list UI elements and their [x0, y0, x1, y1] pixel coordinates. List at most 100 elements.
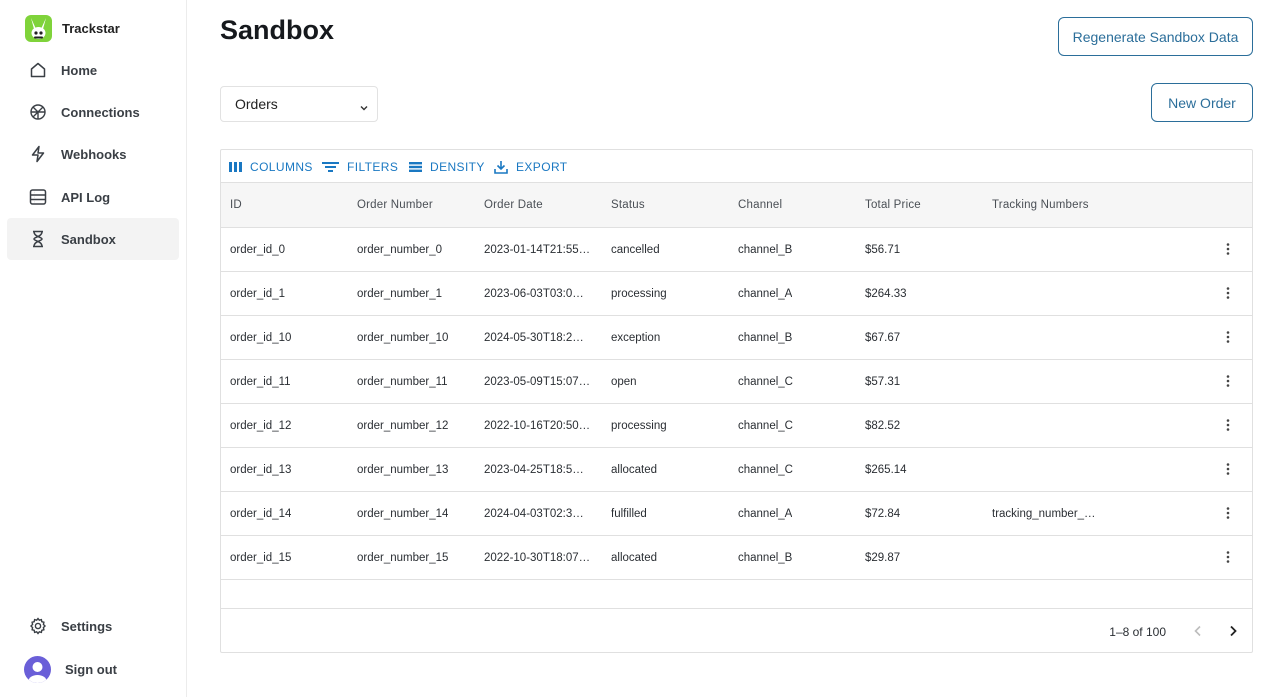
table-header-row: ID Order Number Order Date Status Channe…: [221, 182, 1252, 228]
column-header-order-number[interactable]: Order Number: [357, 183, 433, 227]
row-actions-menu-icon[interactable]: [1218, 371, 1238, 391]
row-actions-menu-icon[interactable]: [1218, 327, 1238, 347]
cell-channel: channel_A: [738, 287, 793, 300]
sidebar-item-label: Webhooks: [61, 146, 127, 162]
cell-id: order_id_11: [230, 375, 291, 388]
cell-id: order_id_15: [230, 551, 292, 564]
row-actions-menu-icon[interactable]: [1218, 547, 1238, 567]
cell-tracking-numbers: [992, 536, 1102, 579]
cell-id: order_id_13: [230, 463, 292, 476]
cell-status: fulfilled: [611, 507, 647, 520]
cell-tracking-numbers: [992, 272, 1102, 315]
cell-status: allocated: [611, 551, 658, 564]
cell-order-number: order_number_10: [357, 331, 449, 344]
table-row[interactable]: order_id_12 order_number_12 2022-10-16T2…: [221, 404, 1252, 448]
orders-data-grid: COLUMNS FILTERS DENSITY EXPORT ID Order …: [220, 149, 1253, 653]
chevron-down-icon: [359, 100, 369, 116]
column-header-id[interactable]: ID: [230, 183, 242, 227]
cell-channel: channel_B: [738, 551, 793, 564]
cell-order-date: 2023-05-09T15:07…: [484, 375, 591, 388]
sign-out-button[interactable]: Sign out: [7, 648, 179, 690]
sidebar-item-connections[interactable]: Connections: [7, 91, 179, 133]
cell-channel: channel_A: [738, 507, 793, 520]
column-header-channel[interactable]: Channel: [738, 183, 782, 227]
cell-order-number: order_number_15: [357, 551, 449, 564]
row-actions-menu-icon[interactable]: [1218, 415, 1238, 435]
table-row[interactable]: order_id_10 order_number_10 2024-05-30T1…: [221, 316, 1252, 360]
cell-channel: channel_B: [738, 243, 793, 256]
column-header-tracking-numbers[interactable]: Tracking Numbers: [992, 183, 1089, 227]
sidebar-item-sandbox[interactable]: Sandbox: [7, 218, 179, 260]
filters-button[interactable]: FILTERS: [322, 158, 398, 176]
cell-tracking-numbers: [992, 316, 1102, 359]
cell-total-price: $72.84: [865, 507, 901, 520]
table-row[interactable]: order_id_1 order_number_1 2023-06-03T03:…: [221, 272, 1252, 316]
sidebar-item-home[interactable]: Home: [7, 49, 179, 91]
resource-select-value: Orders: [235, 96, 278, 112]
sidebar: Trackstar Home Connections Webhooks API …: [0, 0, 187, 697]
column-header-order-date[interactable]: Order Date: [484, 183, 543, 227]
table-row[interactable]: order_id_13 order_number_13 2023-04-25T1…: [221, 448, 1252, 492]
brand-name: Trackstar: [62, 20, 120, 36]
table-row[interactable]: order_id_0 order_number_0 2023-01-14T21:…: [221, 228, 1252, 272]
sidebar-item-webhooks[interactable]: Webhooks: [7, 133, 179, 175]
cell-channel: channel_C: [738, 375, 793, 388]
columns-button[interactable]: COLUMNS: [229, 158, 313, 176]
table-row[interactable]: order_id_14 order_number_14 2024-04-03T0…: [221, 492, 1252, 536]
columns-label: COLUMNS: [250, 160, 313, 174]
previous-page-button[interactable]: [1186, 619, 1210, 643]
row-actions-menu-icon[interactable]: [1218, 503, 1238, 523]
cell-tracking-numbers: [992, 404, 1102, 447]
sidebar-item-label: Settings: [61, 618, 113, 634]
cell-status: processing: [611, 287, 667, 300]
cell-channel: channel_C: [738, 419, 793, 432]
export-button[interactable]: EXPORT: [494, 158, 568, 176]
resource-select[interactable]: Orders: [220, 86, 378, 122]
table-footer: 1–8 of 100: [221, 608, 1252, 653]
column-header-status[interactable]: Status: [611, 183, 645, 227]
brand[interactable]: Trackstar: [25, 14, 120, 42]
sidebar-item-label: API Log: [61, 189, 111, 205]
density-icon: [409, 162, 422, 172]
cell-channel: channel_B: [738, 331, 793, 344]
sidebar-item-label: Home: [61, 62, 98, 78]
row-actions-menu-icon[interactable]: [1218, 459, 1238, 479]
table-row[interactable]: order_id_15 order_number_15 2022-10-30T1…: [221, 536, 1252, 580]
export-icon: [494, 161, 508, 174]
cell-id: order_id_1: [230, 287, 285, 300]
sidebar-item-settings[interactable]: Settings: [7, 605, 179, 647]
chevron-right-icon: [1230, 625, 1237, 637]
column-header-total-price[interactable]: Total Price: [865, 183, 921, 227]
cell-channel: channel_C: [738, 463, 793, 476]
cell-tracking-numbers: [992, 360, 1102, 403]
cell-status: processing: [611, 419, 667, 432]
row-actions-menu-icon[interactable]: [1218, 283, 1238, 303]
cell-total-price: $67.67: [865, 331, 901, 344]
cell-order-date: 2022-10-16T20:50…: [484, 419, 591, 432]
cell-id: order_id_10: [230, 331, 292, 344]
filters-label: FILTERS: [347, 160, 399, 174]
table-row[interactable]: order_id_11 order_number_11 2023-05-09T1…: [221, 360, 1252, 404]
next-page-button[interactable]: [1221, 619, 1245, 643]
cell-order-number: order_number_12: [357, 419, 449, 432]
home-icon: [29, 61, 47, 79]
cell-order-number: order_number_11: [357, 375, 448, 388]
cell-id: order_id_12: [230, 419, 292, 432]
row-actions-menu-icon[interactable]: [1218, 239, 1238, 259]
cell-status: cancelled: [611, 243, 660, 256]
connections-icon: [29, 103, 47, 121]
cell-order-date: 2023-06-03T03:0…: [484, 287, 584, 300]
cell-total-price: $56.71: [865, 243, 901, 256]
pagination-label: 1–8 of 100: [1109, 624, 1166, 639]
cell-order-number: order_number_1: [357, 287, 443, 300]
cell-tracking-numbers: [992, 228, 1102, 271]
cell-tracking-numbers: [992, 448, 1102, 491]
cell-total-price: $264.33: [865, 287, 907, 300]
filter-icon: [322, 162, 339, 172]
sidebar-item-api-log[interactable]: API Log: [7, 176, 179, 218]
regenerate-sandbox-data-button[interactable]: Regenerate Sandbox Data: [1058, 17, 1253, 56]
avatar: [24, 655, 51, 683]
cell-order-date: 2024-04-03T02:3…: [484, 507, 584, 520]
density-button[interactable]: DENSITY: [409, 158, 485, 176]
new-order-button[interactable]: New Order: [1151, 83, 1253, 122]
